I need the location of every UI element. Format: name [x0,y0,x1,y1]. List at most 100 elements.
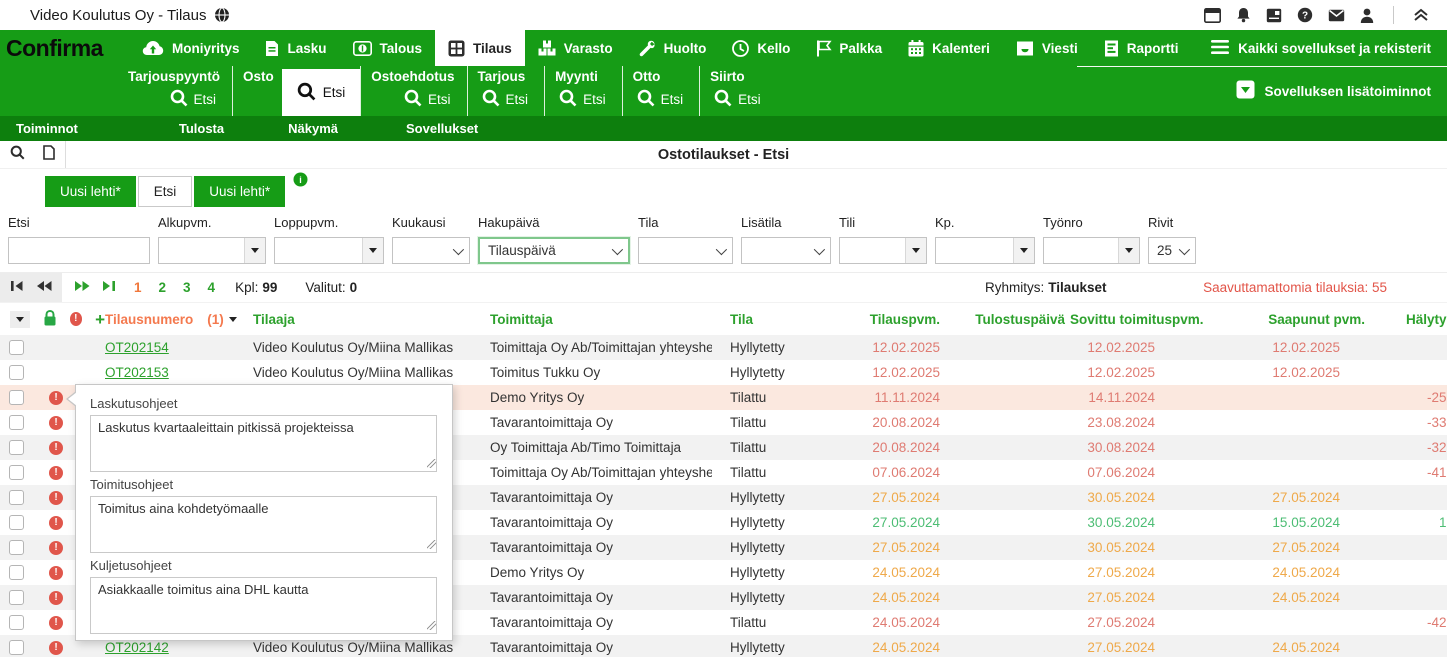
row-checkbox[interactable] [9,565,24,580]
row-checkbox[interactable] [9,590,24,605]
alert-icon[interactable]: ! [49,566,63,580]
collapse-chevrons-icon[interactable] [1413,8,1429,22]
siirto-etsi-button[interactable]: Etsi [708,87,767,112]
column-header-tilaaja[interactable]: Tilaaja [235,312,470,327]
nav-item-moniyritys[interactable]: Moniyritys [129,30,253,66]
mail-icon[interactable] [1328,9,1345,22]
lock-icon[interactable] [43,310,57,329]
nav-item-tilaus-active[interactable]: Tilaus [435,30,525,66]
page-number-1[interactable]: 1 [134,280,142,295]
alert-icon[interactable]: ! [49,391,63,405]
contact-card-icon[interactable] [1266,8,1282,23]
popup-field-textarea[interactable]: Toimitus aina kohdetyömaalle [90,496,437,553]
all-apps-button[interactable]: Kaikki sovellukset ja rekisterit [1195,30,1447,66]
order-number-link[interactable]: OT202142 [105,640,169,655]
select-all-dropdown[interactable] [10,311,30,328]
nav-item-talous[interactable]: Talous [340,30,436,66]
row-checkbox[interactable] [9,440,24,455]
menu-nakyma[interactable]: Näkymä [280,121,346,136]
status-select[interactable] [638,237,733,264]
row-checkbox[interactable] [9,340,24,355]
column-header-tilausnumero[interactable]: Tilausnumero (1) [105,312,235,327]
ostoehdotus-etsi-button[interactable]: Etsi [398,87,457,112]
column-header-halytys[interactable]: Hälytys [1406,312,1447,327]
popup-field-textarea[interactable]: Laskutus kvartaaleittain pitkissä projek… [90,415,437,472]
search-date-select[interactable]: Tilauspäivä [478,237,630,264]
tarjous-etsi-button[interactable]: Etsi [476,87,535,112]
tarjouspyynto-etsi-button[interactable]: Etsi [164,87,223,112]
dropdown-caret-icon[interactable] [1118,238,1139,263]
first-page-button[interactable] [10,280,24,295]
alert-filter-icon[interactable]: ! [70,312,82,326]
column-header-toimittaja[interactable]: Toimittaja [470,312,712,327]
last-page-button[interactable] [102,280,116,295]
order-number-link[interactable]: OT202154 [105,340,169,355]
menu-sovellukset[interactable]: Sovellukset [398,121,486,136]
column-header-saapunut-pvm[interactable]: Saapunut pvm. [1268,312,1365,327]
column-header-tulostuspaiva[interactable]: Tulostuspäivä [975,312,1065,327]
search-text-input[interactable] [8,237,150,264]
resize-grip-icon[interactable] [427,540,436,549]
tab-uusi-lehti-2[interactable]: Uusi lehti* [194,176,285,207]
dropdown-caret-icon[interactable] [362,238,383,263]
column-header-tila[interactable]: Tila [712,312,852,327]
otto-etsi-button[interactable]: Etsi [631,87,690,112]
alert-icon[interactable]: ! [49,541,63,555]
nav-item-kalenteri[interactable]: Kalenteri [895,30,1003,66]
row-checkbox[interactable] [9,365,24,380]
page-number-3[interactable]: 3 [183,280,191,295]
user-icon[interactable] [1360,8,1374,23]
account-combo[interactable] [839,237,927,264]
alert-icon[interactable]: ! [49,466,63,480]
alert-icon[interactable]: ! [49,591,63,605]
info-icon[interactable]: i [293,172,308,192]
row-checkbox[interactable] [9,640,24,655]
row-checkbox[interactable] [9,490,24,505]
etsi-input[interactable] [9,238,149,263]
start-date-combo[interactable] [158,237,266,264]
previous-page-button[interactable] [36,280,52,295]
tab-etsi-active[interactable]: Etsi [138,176,193,207]
notifications-bell-icon[interactable] [1236,7,1251,23]
alert-icon[interactable]: ! [49,441,63,455]
dropdown-caret-icon[interactable] [244,238,265,263]
month-select[interactable] [392,237,470,264]
order-number-link[interactable]: OT202153 [105,365,169,380]
end-date-combo[interactable] [274,237,384,264]
nav-item-raportti[interactable]: Raportti [1091,30,1192,66]
column-header-sovittu-toimituspvm[interactable]: Sovittu toimituspvm. [1065,312,1204,327]
nav-item-varasto[interactable]: Varasto [525,30,626,66]
add-icon[interactable]: + [95,311,105,328]
rows-per-page-select[interactable]: 25 [1148,237,1196,264]
alert-icon[interactable]: ! [49,616,63,630]
alert-icon[interactable]: ! [49,516,63,530]
nav-item-huolto[interactable]: Huolto [626,30,720,66]
row-checkbox[interactable] [9,515,24,530]
row-checkbox[interactable] [9,465,24,480]
next-page-button[interactable] [74,280,90,295]
popup-field-textarea[interactable]: Asiakkaalle toimitus aina DHL kautta [90,577,437,634]
row-checkbox[interactable] [9,615,24,630]
cost-center-combo[interactable] [935,237,1035,264]
alert-icon[interactable]: ! [49,491,63,505]
window-panel-icon[interactable] [1204,8,1221,23]
menu-tulosta[interactable]: Tulosta [171,121,232,136]
substatus-select[interactable] [741,237,831,264]
alert-icon[interactable]: ! [49,641,63,655]
tab-uusi-lehti-1[interactable]: Uusi lehti* [45,176,136,207]
resize-grip-icon[interactable] [427,459,436,468]
menu-toiminnot[interactable]: Toiminnot [8,121,86,136]
myynti-etsi-button[interactable]: Etsi [553,87,612,112]
nav-item-kello[interactable]: Kello [719,30,803,66]
row-checkbox[interactable] [9,415,24,430]
alert-icon[interactable]: ! [49,416,63,430]
dropdown-caret-icon[interactable] [905,238,926,263]
osto-etsi-button-active[interactable]: Etsi [282,69,361,116]
nav-item-lasku[interactable]: Lasku [252,30,339,66]
page-number-4[interactable]: 4 [208,280,216,295]
dropdown-caret-icon[interactable] [1013,238,1034,263]
column-header-tilauspvm[interactable]: Tilauspvm. [870,312,940,327]
help-icon[interactable]: ? [1297,7,1313,23]
row-checkbox[interactable] [9,390,24,405]
work-number-combo[interactable] [1043,237,1140,264]
